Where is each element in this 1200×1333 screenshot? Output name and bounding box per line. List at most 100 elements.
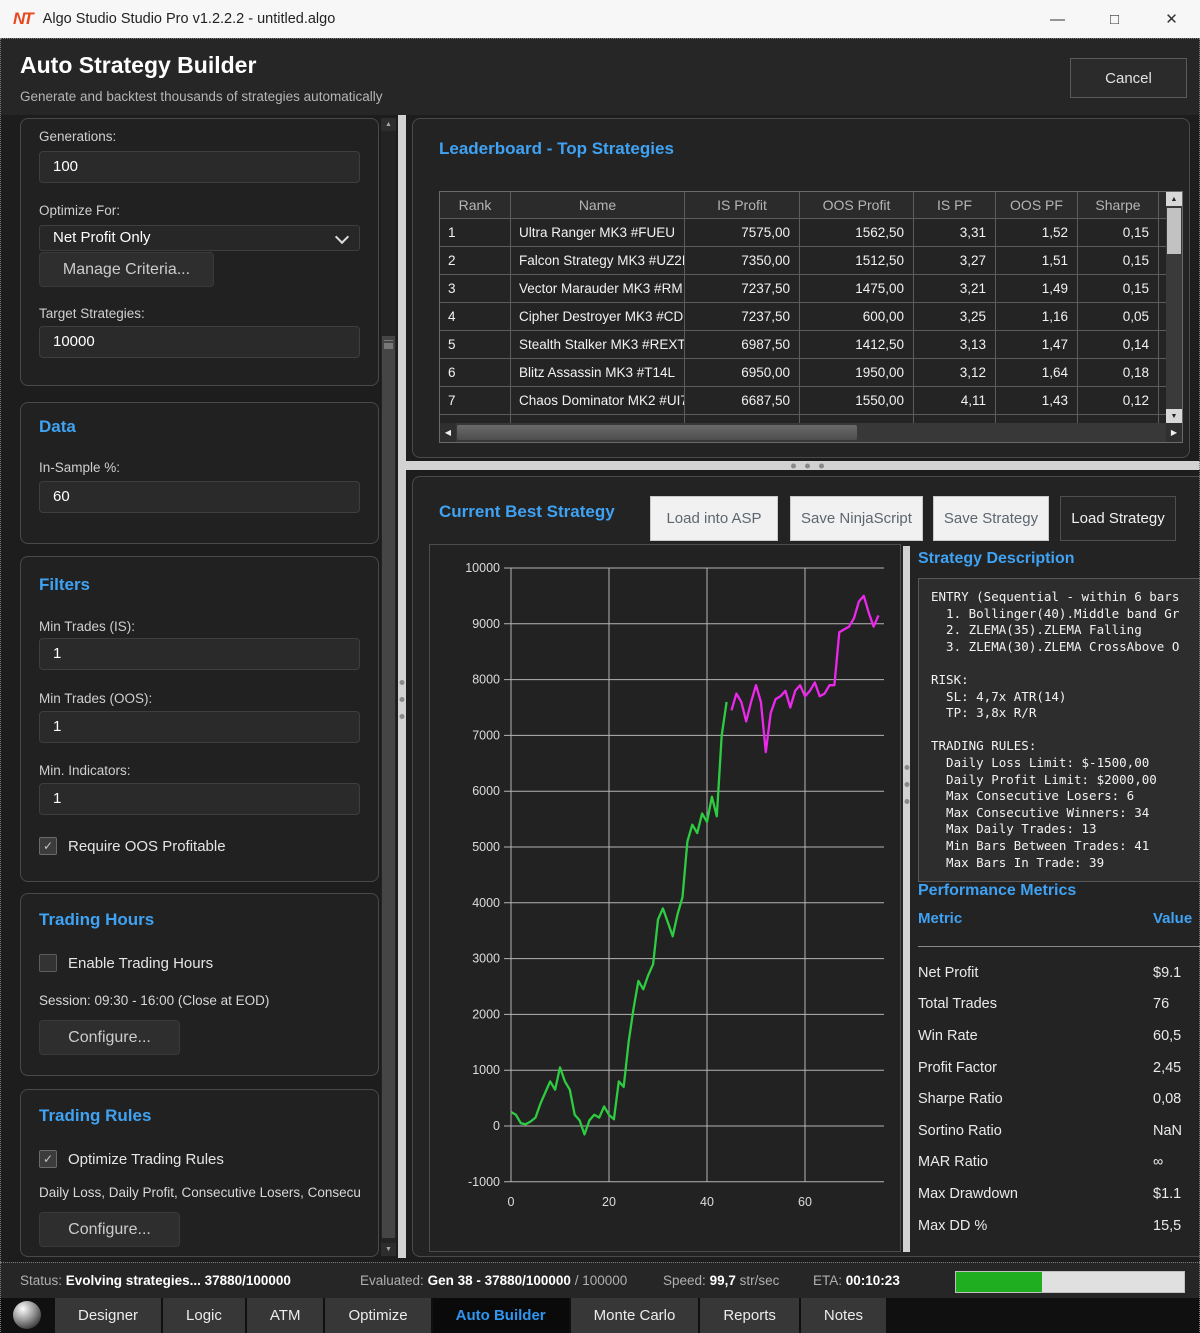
svg-text:0: 0 bbox=[493, 1119, 500, 1133]
sidebar-scrollbar-thumb[interactable] bbox=[382, 336, 395, 1238]
save-strategy-button[interactable]: Save Strategy bbox=[933, 496, 1049, 541]
close-icon[interactable]: ✕ bbox=[1143, 0, 1200, 38]
table-cell: 0,15 bbox=[1078, 275, 1159, 303]
metric-value: 15,5 bbox=[1153, 1218, 1200, 1234]
tab-notes[interactable]: Notes bbox=[801, 1298, 886, 1333]
generations-input[interactable]: 100 bbox=[39, 151, 360, 183]
table-cell: 4,11 bbox=[914, 387, 996, 415]
tab-designer[interactable]: Designer bbox=[55, 1298, 161, 1333]
page-subtitle: Generate and backtest thousands of strat… bbox=[20, 89, 382, 104]
tab-logic[interactable]: Logic bbox=[163, 1298, 245, 1333]
in-sample-input[interactable]: 60 bbox=[39, 481, 360, 513]
evaluated-total: / 100000 bbox=[575, 1273, 628, 1288]
strategy-description-text: ENTRY (Sequential - within 6 bars 1. Bol… bbox=[919, 579, 1200, 871]
metric-value: 0,08 bbox=[1153, 1091, 1200, 1107]
tab-atm[interactable]: ATM bbox=[247, 1298, 324, 1333]
table-cell: 1,64 bbox=[996, 359, 1078, 387]
svg-text:-1000: -1000 bbox=[468, 1175, 500, 1189]
require-oos-checkbox[interactable]: ✓ bbox=[39, 837, 57, 855]
minimize-icon[interactable]: — bbox=[1029, 0, 1086, 38]
leaderboard-table: RankNameIS ProfitOOS ProfitIS PFOOS PFSh… bbox=[439, 191, 1183, 443]
table-cell: 0,18 bbox=[1078, 359, 1159, 387]
page-title: Auto Strategy Builder bbox=[20, 52, 256, 79]
metric-label: Sortino Ratio bbox=[918, 1123, 1153, 1139]
target-strategies-label: Target Strategies: bbox=[39, 306, 145, 321]
tab-optimize[interactable]: Optimize bbox=[325, 1298, 430, 1333]
optimize-for-select[interactable]: Net Profit Only bbox=[39, 225, 360, 251]
table-hscroll-thumb[interactable] bbox=[457, 425, 857, 440]
configure-rules-button[interactable]: Configure... bbox=[39, 1212, 180, 1247]
table-row[interactable]: 4Cipher Destroyer MK3 #CDI7237,50600,003… bbox=[440, 303, 1182, 331]
table-row[interactable]: 2Falcon Strategy MK3 #UZ2L7350,001512,50… bbox=[440, 247, 1182, 275]
optimize-trading-rules-checkbox[interactable]: ✓ bbox=[39, 1150, 57, 1168]
maximize-icon[interactable]: □ bbox=[1086, 0, 1143, 38]
metric-row: Profit Factor2,45 bbox=[918, 1052, 1200, 1084]
load-into-asp-button[interactable]: Load into ASP bbox=[650, 496, 778, 541]
tab-monte-carlo[interactable]: Monte Carlo bbox=[571, 1298, 699, 1333]
manage-criteria-button[interactable]: Manage Criteria... bbox=[39, 252, 214, 287]
svg-text:9000: 9000 bbox=[472, 617, 500, 631]
metric-label: Profit Factor bbox=[918, 1060, 1153, 1076]
column-header: OOS Profit bbox=[800, 192, 914, 219]
min-indicators-input[interactable]: 1 bbox=[39, 783, 360, 815]
table-cell: 1 bbox=[440, 219, 511, 247]
chart-splitter[interactable] bbox=[903, 546, 910, 1252]
load-strategy-button[interactable]: Load Strategy bbox=[1060, 496, 1176, 541]
speed-unit: str/sec bbox=[740, 1273, 780, 1288]
eta-label: ETA: bbox=[813, 1273, 842, 1288]
enable-trading-hours-checkbox[interactable]: ✓ bbox=[39, 954, 57, 972]
sidebar-splitter[interactable] bbox=[398, 115, 406, 1258]
table-cell: 2 bbox=[440, 247, 511, 275]
table-cell: 1,52 bbox=[996, 219, 1078, 247]
scroll-down-icon[interactable]: ▼ bbox=[1166, 409, 1182, 423]
column-header: OOS PF bbox=[996, 192, 1078, 219]
table-cell: 7 bbox=[440, 387, 511, 415]
scroll-left-icon[interactable]: ◀ bbox=[440, 423, 456, 442]
scroll-right-icon[interactable]: ▶ bbox=[1166, 423, 1182, 442]
cancel-button[interactable]: Cancel bbox=[1070, 58, 1187, 98]
metric-row: Sharpe Ratio0,08 bbox=[918, 1083, 1200, 1115]
table-row[interactable]: 5Stealth Stalker MK3 #REXT6987,501412,50… bbox=[440, 331, 1182, 359]
progress-fill bbox=[956, 1272, 1042, 1292]
panel-splitter[interactable] bbox=[406, 461, 1200, 470]
table-vertical-scrollbar[interactable]: ▲ ▼ bbox=[1166, 192, 1182, 423]
table-cell: 0,14 bbox=[1078, 331, 1159, 359]
table-cell: 3,13 bbox=[914, 331, 996, 359]
table-cell: 7350,00 bbox=[685, 247, 800, 275]
table-row[interactable]: 3Vector Marauder MK3 #RM7237,501475,003,… bbox=[440, 275, 1182, 303]
metric-row: Win Rate60,5 bbox=[918, 1020, 1200, 1052]
speed-value: 99,7 bbox=[710, 1273, 736, 1288]
table-row[interactable]: 1Ultra Ranger MK3 #FUEU7575,001562,503,3… bbox=[440, 219, 1182, 247]
min-trades-oos-input[interactable]: 1 bbox=[39, 711, 360, 743]
configure-hours-button[interactable]: Configure... bbox=[39, 1020, 180, 1055]
scroll-down-icon[interactable]: ▼ bbox=[381, 1243, 396, 1256]
table-vscroll-thumb[interactable] bbox=[1167, 208, 1181, 254]
performance-metrics-title: Performance Metrics bbox=[918, 882, 1076, 900]
thumb-grip bbox=[384, 340, 393, 343]
target-strategies-input[interactable]: 10000 bbox=[39, 326, 360, 358]
min-trades-is-input[interactable]: 1 bbox=[39, 638, 360, 670]
svg-text:10000: 10000 bbox=[465, 561, 500, 575]
table-cell: Chaos Dominator MK2 #UI7 bbox=[511, 387, 685, 415]
table-horizontal-scrollbar[interactable]: ◀ ▶ bbox=[440, 423, 1182, 442]
metric-row: Total Trades76 bbox=[918, 989, 1200, 1021]
table-cell: Cipher Destroyer MK3 #CDI bbox=[511, 303, 685, 331]
scroll-up-icon[interactable]: ▲ bbox=[1166, 192, 1182, 206]
scroll-up-icon[interactable]: ▲ bbox=[381, 118, 396, 131]
metrics-col-metric: Metric bbox=[918, 910, 1153, 927]
in-sample-label: In-Sample %: bbox=[39, 460, 120, 475]
svg-text:4000: 4000 bbox=[472, 896, 500, 910]
svg-text:40: 40 bbox=[700, 1195, 714, 1209]
trading-rules-group: Trading Rules ✓ Optimize Trading Rules D… bbox=[20, 1089, 379, 1257]
svg-text:2000: 2000 bbox=[472, 1007, 500, 1021]
tab-auto-builder[interactable]: Auto Builder bbox=[433, 1298, 569, 1333]
table-row[interactable]: 7Chaos Dominator MK2 #UI76687,501550,004… bbox=[440, 387, 1182, 415]
nt-logo-icon: NT bbox=[13, 9, 32, 29]
tabs-container: DesignerLogicATMOptimizeAuto BuilderMont… bbox=[55, 1298, 888, 1333]
tab-reports[interactable]: Reports bbox=[700, 1298, 799, 1333]
sidebar-scrollbar[interactable]: ▲ ▼ bbox=[381, 118, 396, 1256]
save-ninjascript-button[interactable]: Save NinjaScript bbox=[790, 496, 923, 541]
table-cell: 0,12 bbox=[1078, 387, 1159, 415]
table-row[interactable]: 6Blitz Assassin MK3 #T14L6950,001950,003… bbox=[440, 359, 1182, 387]
splitter-dots bbox=[904, 765, 909, 804]
